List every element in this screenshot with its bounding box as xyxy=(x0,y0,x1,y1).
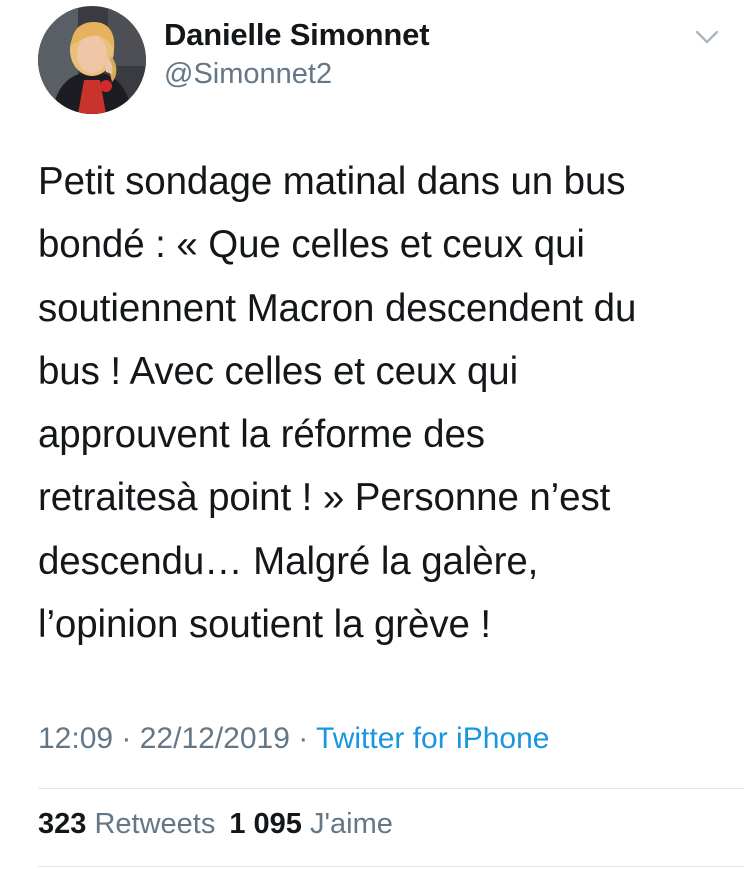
meta-separator: · xyxy=(113,722,140,755)
meta-separator: · xyxy=(289,722,317,755)
likes-label: J'aime xyxy=(309,808,393,840)
retweets-count: 323 xyxy=(38,808,87,840)
tweet-metadata: 12:09 · 22/12/2019 · Twitter for iPhone xyxy=(38,722,549,756)
profile-photo-image xyxy=(38,6,146,114)
author-handle[interactable]: @Simonnet2 xyxy=(164,58,332,91)
tweet-time: 12:09 xyxy=(38,722,114,755)
tweet-text: Petit sondage matinal dans un bus bondé … xyxy=(38,160,637,647)
divider xyxy=(38,866,744,867)
chevron-down-icon[interactable] xyxy=(690,28,724,48)
retweets-label: Retweets xyxy=(94,808,216,840)
likes-stat[interactable]: 1 095 J'aime xyxy=(229,808,393,840)
avatar[interactable] xyxy=(38,6,146,114)
tweet-stats: 323 Retweets 1 095 J'aime xyxy=(38,808,393,841)
likes-count: 1 095 xyxy=(229,808,302,840)
retweets-stat[interactable]: 323 Retweets xyxy=(38,808,215,840)
divider xyxy=(38,788,744,789)
tweet-date: 22/12/2019 xyxy=(139,722,290,755)
tweet-source-link[interactable]: Twitter for iPhone xyxy=(316,722,549,755)
author-display-name[interactable]: Danielle Simonnet xyxy=(164,17,430,53)
